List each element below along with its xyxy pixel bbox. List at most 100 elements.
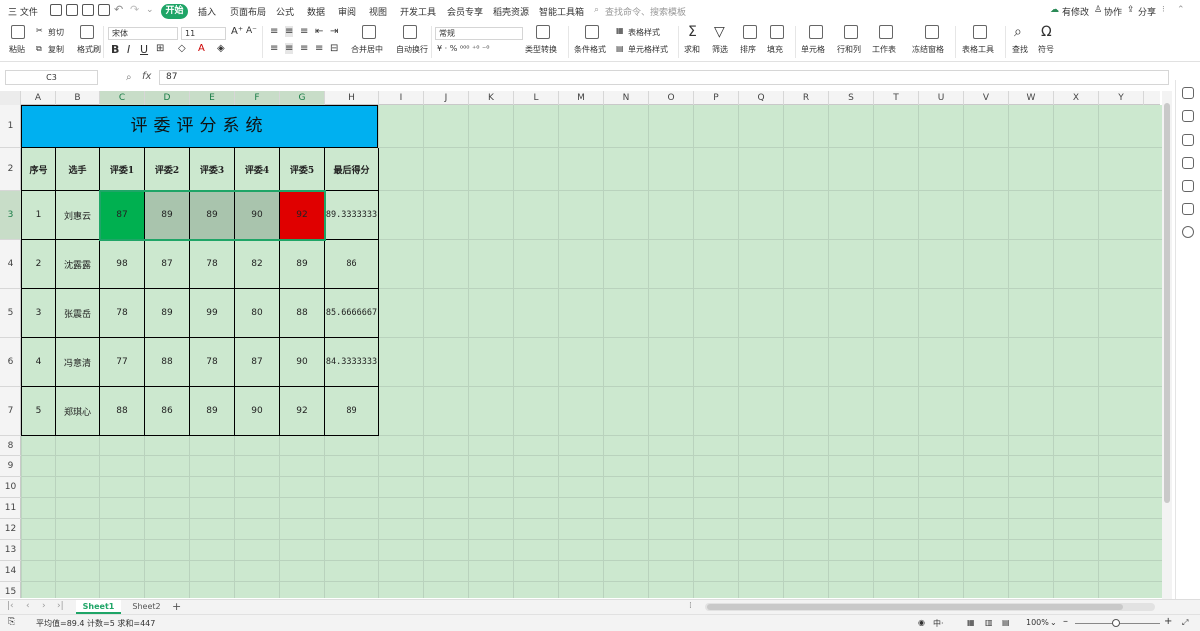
table-header-cell[interactable]: 序号 (21, 148, 56, 191)
row-header[interactable]: 14 (0, 561, 21, 582)
symbol-icon[interactable]: Ω (1041, 24, 1052, 40)
table-cell[interactable]: 80 (235, 289, 280, 338)
next-sheet-icon[interactable]: › (42, 601, 46, 611)
column-header[interactable]: Q (739, 91, 784, 105)
row-header[interactable]: 12 (0, 519, 21, 540)
row-header[interactable]: 8 (0, 436, 21, 456)
type-convert-button[interactable]: 类型转换 (525, 44, 557, 55)
shape-icon[interactable] (1182, 157, 1194, 169)
font-size-combo[interactable]: 11 (181, 27, 226, 40)
tab-insert[interactable]: 插入 (198, 5, 216, 18)
table-cell[interactable]: 89 (145, 191, 190, 240)
format-painter-icon[interactable] (80, 25, 94, 39)
modified-label[interactable]: 有修改 (1062, 5, 1089, 18)
paste-icon[interactable] (11, 25, 25, 39)
column-header[interactable]: K (469, 91, 514, 105)
eye-protect-icon[interactable]: ◉ (918, 618, 925, 627)
table-cell[interactable]: 84.3333333 (325, 338, 379, 387)
table-tools-icon[interactable] (973, 25, 987, 39)
sum-icon[interactable]: Σ (688, 24, 697, 40)
table-cell[interactable]: 90 (280, 338, 325, 387)
more-icon[interactable]: ⁝ (1162, 5, 1165, 15)
add-sheet-icon[interactable]: + (172, 600, 181, 613)
column-header[interactable]: T (874, 91, 919, 105)
font-grow-icon[interactable]: A⁺ (231, 26, 243, 37)
help-icon[interactable] (1182, 226, 1194, 238)
row-header[interactable]: 3 (0, 191, 21, 240)
table-cell[interactable]: 5 (21, 387, 56, 436)
italic-icon[interactable]: I (127, 43, 130, 56)
rows-cols-icon[interactable] (844, 25, 858, 39)
scroll-thumb[interactable] (1164, 103, 1170, 503)
table-cell[interactable]: 88 (100, 387, 145, 436)
fx-icon[interactable]: fx (142, 71, 151, 82)
last-sheet-icon[interactable]: ›| (57, 601, 64, 611)
align-center-icon[interactable]: ≡ (285, 43, 294, 54)
table-cell[interactable]: 88 (145, 338, 190, 387)
distributed-icon[interactable]: ⊟ (330, 43, 338, 54)
name-box[interactable]: C3 (5, 70, 98, 85)
font-shrink-icon[interactable]: A⁻ (246, 26, 257, 36)
tab-smart-toolbox[interactable]: 智能工具箱 (539, 5, 584, 18)
page-layout-view-icon[interactable]: ▥ (985, 618, 993, 627)
align-middle-icon[interactable]: ≡ (285, 26, 294, 37)
column-header[interactable]: D (145, 91, 190, 105)
cell-button[interactable]: 单元格 (801, 44, 825, 55)
redo-icon[interactable]: ↷ (130, 3, 139, 16)
column-header[interactable]: R (784, 91, 829, 105)
zoom-in-icon[interactable]: + (1164, 616, 1172, 627)
table-cell[interactable]: 99 (190, 289, 235, 338)
table-cell[interactable]: 90 (235, 191, 280, 240)
tab-home[interactable]: 开始 (161, 4, 188, 19)
row-header[interactable]: 2 (0, 148, 21, 191)
paste-button[interactable]: 粘贴 (9, 44, 25, 55)
row-header[interactable]: 5 (0, 289, 21, 338)
sum-button[interactable]: 求和 (684, 44, 700, 55)
type-convert-icon[interactable] (536, 25, 550, 39)
table-cell[interactable]: 冯意清 (56, 338, 100, 387)
tab-review[interactable]: 审阅 (338, 5, 356, 18)
table-cell[interactable]: 89 (190, 387, 235, 436)
collapse-ribbon-icon[interactable]: ⌃ (1177, 5, 1185, 15)
chevron-down-icon[interactable]: ⌄ (146, 5, 154, 15)
table-cell[interactable]: 88 (280, 289, 325, 338)
select-all-corner[interactable] (0, 91, 21, 105)
table-header-cell[interactable]: 选手 (56, 148, 100, 191)
table-cell[interactable]: 92 (280, 387, 325, 436)
print-icon[interactable] (82, 4, 94, 16)
prev-sheet-icon[interactable]: ‹ (26, 601, 30, 611)
fill-icon[interactable] (770, 25, 784, 39)
table-header-cell[interactable]: 评委1 (100, 148, 145, 191)
copy-button[interactable]: 复制 (48, 44, 64, 55)
first-sheet-icon[interactable]: |‹ (7, 601, 14, 611)
freeze-panes-button[interactable]: 冻结窗格 (912, 44, 944, 55)
row-header[interactable]: 13 (0, 540, 21, 561)
worksheet-button[interactable]: 工作表 (872, 44, 896, 55)
fill-button[interactable]: 填充 (767, 44, 783, 55)
sort-icon[interactable] (743, 25, 757, 39)
filter-button[interactable]: 筛选 (712, 44, 728, 55)
table-cell[interactable]: 89 (325, 387, 379, 436)
table-cell[interactable]: 90 (235, 387, 280, 436)
align-top-icon[interactable]: ≡ (270, 26, 278, 37)
table-cell[interactable]: 89 (145, 289, 190, 338)
worksheet-grid[interactable]: 评委评分系统 序号 选手 评委1 评委2 评委3 评委4 评委5 最后得分 1 刘惠云 87 89 89 9… (21, 105, 1162, 598)
save-icon[interactable] (50, 4, 62, 16)
table-cell[interactable]: 89 (280, 240, 325, 289)
zoom-search-icon[interactable]: ⌕ (126, 72, 132, 83)
row-header[interactable]: 4 (0, 240, 21, 289)
indent-decrease-icon[interactable]: ⇤ (315, 26, 323, 37)
table-header-cell[interactable]: 评委5 (280, 148, 325, 191)
borders-icon[interactable]: ⊞ (156, 43, 164, 54)
table-cell[interactable]: 张震岳 (56, 289, 100, 338)
symbol-button[interactable]: 符号 (1038, 44, 1054, 55)
table-cell[interactable]: 87 (235, 338, 280, 387)
column-header[interactable]: O (649, 91, 694, 105)
table-cell[interactable]: 77 (100, 338, 145, 387)
find-button[interactable]: 查找 (1012, 44, 1028, 55)
sheet-tab-sheet2[interactable]: Sheet2 (124, 600, 169, 614)
table-cell[interactable]: 2 (21, 240, 56, 289)
column-header[interactable]: F (235, 91, 280, 105)
tab-page-layout[interactable]: 页面布局 (230, 5, 266, 18)
share-button[interactable]: 分享 (1138, 5, 1156, 18)
